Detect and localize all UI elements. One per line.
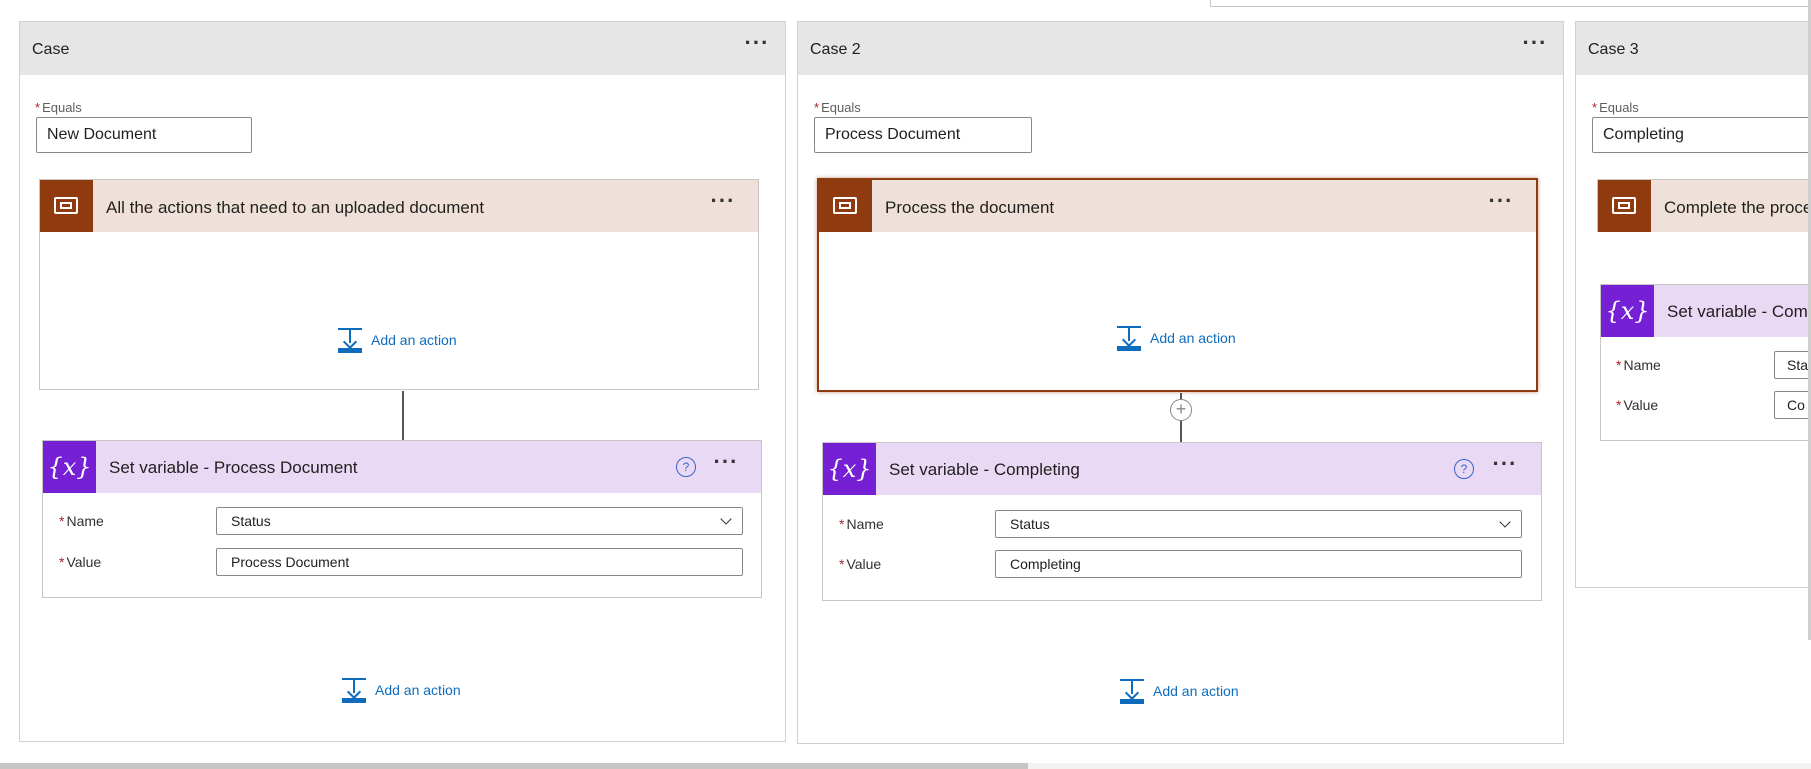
- add-action-button[interactable]: Add an action: [341, 676, 461, 704]
- more-options-icon[interactable]: ···: [1520, 32, 1550, 58]
- more-options-icon[interactable]: ···: [742, 32, 772, 58]
- add-action-label: Add an action: [1153, 683, 1239, 699]
- add-action-icon: [341, 677, 367, 703]
- horizontal-scrollbar-thumb[interactable]: [0, 763, 1028, 769]
- chevron-down-icon: [1499, 516, 1511, 528]
- scope-title: All the actions that need to an uploaded…: [106, 198, 485, 217]
- add-action-button[interactable]: Add an action: [337, 326, 457, 354]
- name-label: * Name: [839, 516, 884, 532]
- case-header[interactable]: Case 3: [1576, 22, 1811, 75]
- set-variable-title: Set variable - Process Document: [109, 458, 358, 477]
- set-variable-title: Set variable - Completing: [889, 460, 1080, 479]
- more-options-icon[interactable]: ···: [1486, 190, 1516, 216]
- value-input[interactable]: Co: [1774, 391, 1811, 419]
- set-variable-card[interactable]: {x} Set variable - Comp * Name Sta * Value…: [1600, 284, 1811, 441]
- equals-label: * Equals: [1592, 100, 1639, 115]
- add-action-button[interactable]: Add an action: [1119, 677, 1239, 705]
- variable-icon: {x}: [1601, 285, 1654, 337]
- set-variable-title: Set variable - Comp: [1667, 302, 1811, 321]
- equals-input[interactable]: Completing: [1592, 117, 1811, 153]
- set-variable-header[interactable]: {x} Set variable - Process Document ? ··…: [43, 441, 761, 493]
- add-action-icon: [337, 327, 363, 353]
- scope-icon: [40, 180, 93, 232]
- case-card-3: Case 3 * Equals Completing Complete the p…: [1575, 21, 1811, 588]
- scope-action-card[interactable]: Process the document ··· Add an action: [817, 178, 1538, 392]
- name-dropdown[interactable]: Sta: [1774, 351, 1811, 379]
- case-title: Case 3: [1588, 41, 1639, 58]
- set-variable-card[interactable]: {x} Set variable - Process Document ? ··…: [42, 440, 762, 598]
- case-title: Case 2: [810, 41, 861, 58]
- case-title: Case: [32, 41, 70, 58]
- value-label: * Value: [839, 556, 882, 572]
- case-header[interactable]: Case ···: [20, 22, 785, 75]
- add-action-label: Add an action: [1150, 330, 1236, 346]
- equals-label: * Equals: [35, 100, 82, 115]
- add-action-icon: [1116, 325, 1142, 351]
- scope-title: Complete the proce: [1664, 198, 1811, 217]
- name-label: * Name: [1616, 357, 1661, 373]
- add-action-label: Add an action: [375, 682, 461, 698]
- add-action-label: Add an action: [371, 332, 457, 348]
- case-card-2: Case 2 ··· * Equals Process Document Proc…: [797, 21, 1564, 744]
- variable-icon: {x}: [43, 441, 96, 493]
- equals-input[interactable]: New Document: [36, 117, 252, 153]
- set-variable-card[interactable]: {x} Set variable - Completing ? ··· * Nam…: [822, 442, 1542, 601]
- case-card-1: Case ··· * Equals New Document All the ac…: [19, 21, 786, 742]
- scope-title: Process the document: [885, 198, 1055, 217]
- value-input[interactable]: Process Document: [216, 548, 743, 576]
- equals-input[interactable]: Process Document: [814, 117, 1032, 153]
- name-dropdown[interactable]: Status: [995, 510, 1522, 538]
- help-icon[interactable]: ?: [1454, 459, 1474, 479]
- scope-icon: [819, 180, 872, 232]
- scope-header[interactable]: All the actions that need to an uploaded…: [40, 180, 758, 232]
- equals-label: * Equals: [814, 100, 861, 115]
- scope-action-card[interactable]: Complete the proce: [1597, 179, 1811, 232]
- scope-header[interactable]: Complete the proce: [1598, 180, 1811, 232]
- value-label: * Value: [1616, 397, 1659, 413]
- more-options-icon[interactable]: ···: [708, 190, 738, 216]
- more-options-icon[interactable]: ···: [1490, 453, 1520, 479]
- chevron-down-icon: [720, 513, 732, 525]
- set-variable-header[interactable]: {x} Set variable - Completing ? ···: [823, 443, 1541, 495]
- more-options-icon[interactable]: ···: [711, 451, 741, 477]
- value-label: * Value: [59, 554, 102, 570]
- horizontal-scrollbar[interactable]: [0, 763, 1811, 769]
- set-variable-header[interactable]: {x} Set variable - Comp: [1601, 285, 1811, 337]
- insert-step-plus-icon[interactable]: +: [1170, 399, 1192, 421]
- add-action-icon: [1119, 678, 1145, 704]
- value-input[interactable]: Completing: [995, 550, 1522, 578]
- top-panel-outline: [1210, 0, 1811, 7]
- variable-icon: {x}: [823, 443, 876, 495]
- scope-header[interactable]: Process the document ···: [819, 180, 1536, 232]
- case-header[interactable]: Case 2 ···: [798, 22, 1563, 75]
- name-label: * Name: [59, 513, 104, 529]
- help-icon[interactable]: ?: [676, 457, 696, 477]
- add-action-button[interactable]: Add an action: [1116, 324, 1236, 352]
- scope-action-card[interactable]: All the actions that need to an uploaded…: [39, 179, 759, 390]
- scope-icon: [1598, 180, 1651, 232]
- name-dropdown[interactable]: Status: [216, 507, 743, 535]
